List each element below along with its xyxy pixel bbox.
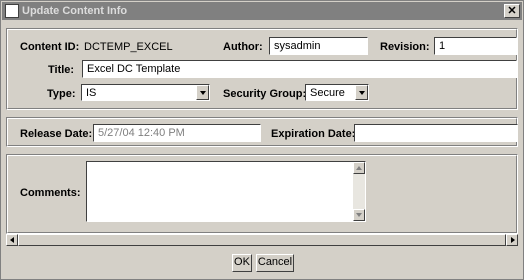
expiration-date-field[interactable]	[354, 124, 518, 142]
scrollbar-thumb[interactable]	[18, 234, 506, 246]
security-group-selected-value: Secure	[310, 87, 345, 99]
expiration-date-label: Expiration Date:	[271, 128, 356, 140]
type-select[interactable]: IS	[81, 84, 210, 101]
comments-label: Comments:	[20, 187, 81, 199]
author-label: Author:	[223, 41, 263, 53]
comments-scrollbar[interactable]	[353, 162, 365, 221]
cancel-button[interactable]: Cancel	[256, 254, 294, 272]
horizontal-scrollbar[interactable]	[6, 234, 518, 246]
content-id-label: Content ID:	[20, 41, 80, 53]
ok-button[interactable]: OK	[232, 254, 252, 272]
chevron-down-icon[interactable]	[355, 85, 368, 100]
type-selected-value: IS	[86, 87, 97, 99]
release-date-label: Release Date:	[20, 128, 93, 140]
scroll-down-icon[interactable]	[353, 209, 365, 221]
security-group-select[interactable]: Secure	[305, 84, 369, 101]
scroll-right-icon[interactable]	[506, 234, 518, 246]
author-field[interactable]: sysadmin	[269, 37, 368, 55]
title-label: Title:	[48, 64, 75, 76]
title-field[interactable]: Excel DC Template	[82, 60, 517, 78]
scroll-left-icon[interactable]	[6, 234, 18, 246]
comments-textarea[interactable]	[86, 161, 366, 222]
window-title: Update Content Info	[22, 5, 128, 17]
security-group-label: Security Group:	[223, 88, 307, 100]
revision-field[interactable]: 1	[434, 37, 517, 55]
release-date-field[interactable]: 5/27/04 12:40 PM	[93, 124, 261, 142]
content-id-value: DCTEMP_EXCEL	[84, 41, 173, 53]
title-bar[interactable]: Update Content Info ✕	[2, 2, 522, 20]
type-label: Type:	[47, 88, 76, 100]
chevron-down-icon[interactable]	[196, 85, 209, 100]
update-content-info-dialog: Update Content Info ✕ Content ID: DCTEMP…	[0, 0, 524, 280]
close-button[interactable]: ✕	[504, 4, 520, 18]
revision-label: Revision:	[380, 41, 430, 53]
app-icon	[5, 4, 19, 18]
scroll-up-icon[interactable]	[353, 162, 365, 174]
